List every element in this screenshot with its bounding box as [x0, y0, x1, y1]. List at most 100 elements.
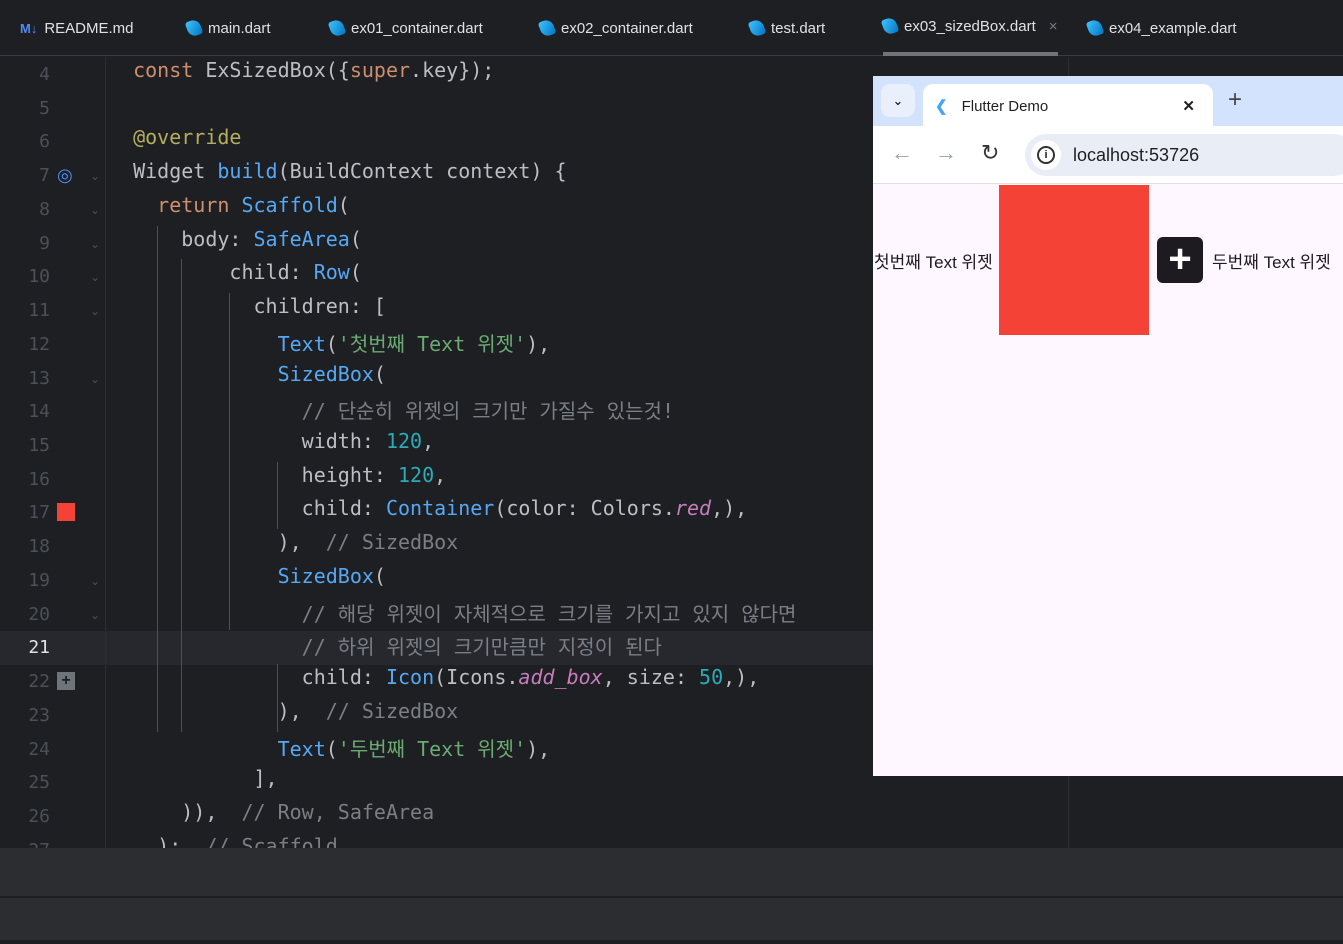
- tab-ex01_container-dart[interactable]: ex01_container.dart: [327, 0, 483, 56]
- code-token: Row: [313, 260, 350, 285]
- code-token: (color: Colors.: [494, 496, 675, 521]
- code-line[interactable]: child: Icon(Icons.add_box, size: 50,),: [109, 665, 760, 699]
- code-line[interactable]: ), // SizedBox: [109, 530, 459, 564]
- code-token: (: [337, 192, 350, 217]
- fold-chevron-icon[interactable]: ⌄: [90, 294, 102, 328]
- code-token: build: [217, 159, 278, 184]
- tab-label: ex03_sizedBox.dart: [904, 17, 1036, 35]
- code-line[interactable]: SizedBox(: [109, 362, 386, 396]
- line-number: 9: [39, 232, 50, 254]
- code-line[interactable]: // 단순히 위젯의 크기만 가질수 있는것!: [109, 395, 674, 429]
- override-icon[interactable]: ◎: [57, 166, 73, 184]
- line-number: 27: [0, 834, 50, 848]
- line-number: 6: [39, 131, 50, 153]
- line-number: 13: [28, 367, 50, 389]
- tab-main-dart[interactable]: main.dart: [184, 0, 271, 56]
- indent-guide: [181, 259, 182, 732]
- tab-test-dart[interactable]: test.dart: [747, 0, 826, 56]
- fold-chevron-icon[interactable]: ⌄: [90, 159, 102, 193]
- first-text-widget: 첫번째 Text 위젯: [874, 253, 993, 272]
- code-token: 50: [699, 665, 724, 690]
- code-token: ,),: [723, 665, 760, 690]
- fold-chevron-icon[interactable]: ⌄: [90, 227, 102, 261]
- code-token: // SizedBox: [325, 698, 459, 723]
- color-swatch-icon[interactable]: [57, 503, 75, 522]
- tab-label: README.md: [44, 19, 134, 37]
- code-line[interactable]: ); // Scaffold: [109, 834, 338, 848]
- markdown-icon: M↓: [20, 20, 38, 36]
- close-tab-icon[interactable]: ×: [1049, 18, 1058, 35]
- code-line[interactable]: // 하위 위젯의 크기만큼만 지정이 된다: [109, 631, 662, 665]
- code-token: SizedBox: [277, 563, 374, 588]
- code-line[interactable]: ), // SizedBox: [109, 698, 459, 733]
- site-info-icon[interactable]: i: [1031, 140, 1061, 170]
- code-line[interactable]: return Scaffold(: [109, 193, 350, 227]
- tab-ex03_sizedbox-dart[interactable]: ex03_sizedBox.dart ×: [880, 0, 1058, 56]
- fold-chevron-icon[interactable]: ⌄: [90, 193, 102, 227]
- code-token: Container: [385, 496, 495, 521]
- code-token: );: [109, 833, 206, 848]
- red-container: [999, 185, 1149, 335]
- fold-chevron-icon[interactable]: ⌄: [90, 362, 102, 396]
- forward-icon[interactable]: →: [935, 140, 957, 166]
- reload-icon[interactable]: ↻: [981, 140, 999, 166]
- code-line[interactable]: child: Row(: [109, 260, 362, 294]
- code-token: ),: [526, 331, 551, 356]
- code-line[interactable]: child: Container(color: Colors.red,),: [109, 496, 748, 530]
- url-text[interactable]: localhost:53726: [1073, 145, 1199, 166]
- code-token: (: [349, 260, 362, 285]
- line-number: 17: [28, 502, 50, 524]
- fold-chevron-icon[interactable]: ⌄: [90, 564, 102, 598]
- code-token: ,),: [711, 496, 748, 521]
- code-token: '두번째 Text 위젯': [337, 736, 527, 761]
- code-token: SafeArea: [253, 226, 350, 251]
- code-token: (: [373, 361, 386, 386]
- fold-chevron-icon[interactable]: ⌄: [90, 260, 102, 294]
- close-tab-icon[interactable]: ✕: [1182, 97, 1195, 115]
- line-number: 11: [28, 300, 50, 322]
- line-number: 16: [28, 468, 50, 490]
- dart-icon: [184, 18, 204, 38]
- tab-search-button[interactable]: ⌄: [881, 84, 915, 117]
- line-number: 24: [28, 738, 50, 760]
- code-line[interactable]: body: SafeArea(: [109, 227, 362, 261]
- browser-tab[interactable]: ❮ Flutter Demo ✕: [923, 84, 1213, 128]
- code-token: child:: [109, 496, 386, 521]
- code-line[interactable]: @override: [109, 125, 241, 159]
- code-line[interactable]: const ExSizedBox({super.key});: [109, 58, 494, 92]
- tab-ex02_container-dart[interactable]: ex02_container.dart: [537, 0, 693, 56]
- code-token: )),: [109, 800, 242, 825]
- line-number: 7: [39, 165, 50, 187]
- code-line[interactable]: Widget build(BuildContext context) {: [109, 159, 567, 193]
- code-token: 120: [385, 429, 423, 454]
- browser-tab-strip: ⌄ ❮ Flutter Demo ✕ +: [873, 76, 1343, 128]
- code-line[interactable]: ],: [109, 766, 277, 800]
- code-line[interactable]: // 해당 위젯이 자체적으로 크기를 가지고 있지 않다면: [109, 598, 797, 632]
- dart-icon: [327, 18, 347, 38]
- tab-readme-md[interactable]: M↓ README.md: [20, 0, 134, 56]
- code-line[interactable]: Text('두번째 Text 위젯'),: [109, 733, 551, 767]
- new-tab-button[interactable]: +: [1228, 86, 1242, 114]
- code-token: '첫번째 Text 위젯': [337, 331, 527, 356]
- tab-label: test.dart: [771, 19, 826, 37]
- indent-guide: [157, 225, 158, 732]
- indent-guide: [229, 293, 230, 631]
- code-token: (: [349, 226, 362, 251]
- code-token: // 해당 위젯이 자체적으로 크기를 가지고 있지 않다면: [109, 601, 797, 626]
- fold-chevron-icon[interactable]: ⌄: [90, 598, 102, 632]
- tab-ex04_example-dart[interactable]: ex04_example.dart: [1085, 0, 1237, 56]
- code-line[interactable]: )), // Row, SafeArea: [109, 800, 434, 834]
- editor-tab-bar: M↓ README.md main.dart ex01_container.dart e…: [0, 0, 1343, 56]
- code-token: super: [349, 58, 411, 82]
- code-line[interactable]: Text('첫번째 Text 위젯'),: [109, 328, 551, 362]
- line-number: 18: [28, 536, 50, 558]
- back-icon[interactable]: ←: [891, 140, 913, 166]
- icon-preview-add-box[interactable]: +: [57, 672, 75, 691]
- code-line[interactable]: children: [: [109, 294, 385, 328]
- code-line[interactable]: SizedBox(: [109, 564, 386, 598]
- address-bar[interactable]: i localhost:53726: [1025, 134, 1343, 176]
- tab-label: ex04_example.dart: [1109, 19, 1237, 37]
